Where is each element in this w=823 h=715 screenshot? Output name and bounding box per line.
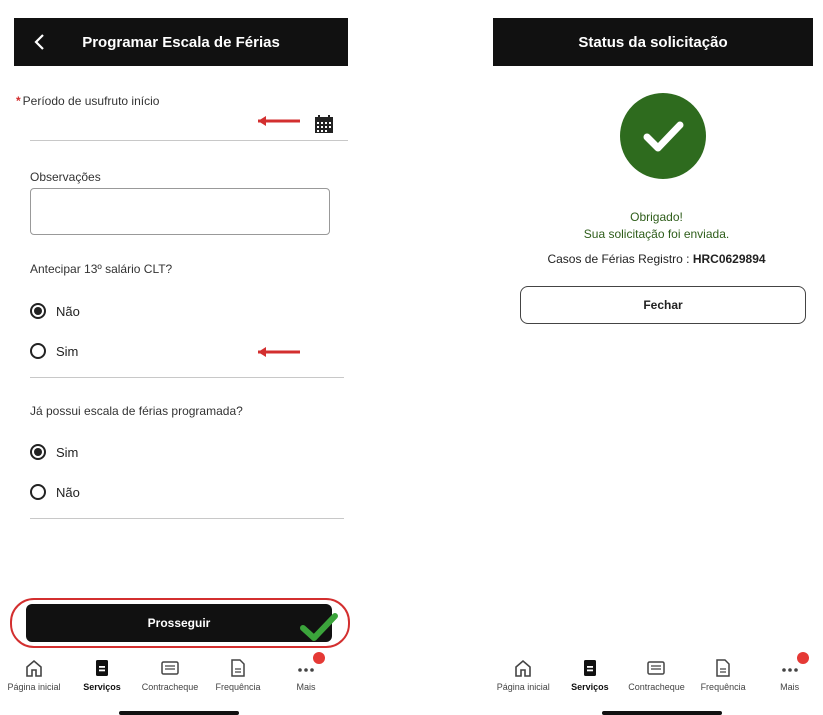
radio-existing-schedule-no[interactable]: Não <box>30 484 80 500</box>
bottom-navigation: Página inicial Serviços Contracheque Fre… <box>490 648 823 698</box>
more-icon <box>781 668 798 672</box>
radio-indicator <box>30 484 46 500</box>
radio-indicator <box>30 303 46 319</box>
home-icon <box>26 659 42 677</box>
advance-13th-question: Antecipar 13º salário CLT? <box>30 262 173 276</box>
home-indicator <box>119 711 239 715</box>
sent-message: Sua solicitação foi enviada. <box>583 227 730 241</box>
header-bar: Programar Escala de Férias <box>14 18 348 66</box>
request-status-screen: Status da solicitação Obrigado! Sua soli… <box>490 0 823 715</box>
thanks-message: Obrigado! <box>630 210 683 224</box>
header-bar: Status da solicitação <box>493 18 813 66</box>
home-icon <box>515 659 532 677</box>
nav-item-home[interactable]: Página inicial <box>490 648 556 692</box>
calendar-icon[interactable] <box>314 114 334 134</box>
nav-item-paycheck[interactable]: Contracheque <box>623 648 689 692</box>
page-title: Status da solicitação <box>578 33 728 51</box>
case-id: HRC0629894 <box>692 252 766 266</box>
services-icon <box>583 660 596 676</box>
notification-badge <box>313 652 325 664</box>
paycheck-icon <box>647 661 666 675</box>
annotation-arrow-icon <box>258 116 300 126</box>
section-divider <box>30 377 344 378</box>
document-icon <box>716 659 730 677</box>
notification-badge <box>796 652 809 664</box>
paycheck-icon <box>161 661 179 675</box>
nav-item-more[interactable]: Mais <box>273 648 339 692</box>
page-title: Programar Escala de Férias <box>82 33 280 51</box>
observations-label: Observações <box>30 170 101 184</box>
existing-schedule-question: Já possui escala de férias programada? <box>30 404 243 418</box>
nav-item-more[interactable]: Mais <box>757 648 823 692</box>
period-field-underline[interactable] <box>30 140 348 141</box>
document-icon <box>231 659 245 677</box>
nav-item-frequency[interactable]: Frequência <box>205 648 271 692</box>
radio-indicator <box>30 444 46 460</box>
checkmark-icon <box>643 121 684 152</box>
radio-advance-13th-no[interactable]: Não <box>30 303 80 319</box>
back-chevron-icon[interactable] <box>30 32 50 52</box>
section-divider <box>30 518 344 519</box>
radio-advance-13th-yes[interactable]: Sim <box>30 343 78 359</box>
green-checkmark-icon <box>300 613 338 641</box>
nav-item-frequency[interactable]: Frequência <box>690 648 756 692</box>
close-button[interactable]: Fechar <box>520 286 806 324</box>
success-circle <box>620 93 706 179</box>
bottom-navigation: Página inicial Serviços Contracheque Fre… <box>0 648 340 698</box>
home-indicator <box>602 711 722 715</box>
services-icon <box>96 660 108 676</box>
radio-existing-schedule-yes[interactable]: Sim <box>30 444 78 460</box>
proceed-button[interactable]: Prosseguir <box>26 604 332 642</box>
observations-textarea[interactable] <box>30 188 330 235</box>
case-registry: Casos de Férias Registro : HRC0629894 <box>547 252 766 266</box>
required-marker: * <box>16 94 21 108</box>
nav-item-services[interactable]: Serviços <box>69 648 135 692</box>
period-start-label: * Período de usufruto início <box>16 94 160 108</box>
annotation-arrow-icon <box>258 347 300 357</box>
schedule-vacation-screen: Programar Escala de Férias * Período de u… <box>0 0 360 715</box>
nav-item-home[interactable]: Página inicial <box>1 648 67 692</box>
nav-item-paycheck[interactable]: Contracheque <box>137 648 203 692</box>
radio-indicator <box>30 343 46 359</box>
nav-item-services[interactable]: Serviços <box>557 648 623 692</box>
